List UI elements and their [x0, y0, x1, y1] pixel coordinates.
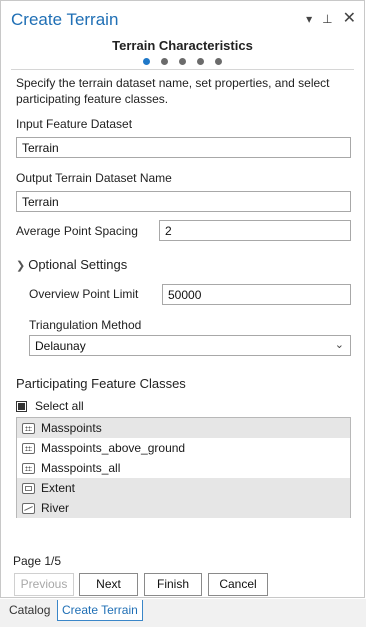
- list-item[interactable]: Masspoints_above_ground: [17, 438, 350, 458]
- tab-catalog[interactable]: Catalog: [5, 600, 54, 620]
- page-dot-2[interactable]: [161, 58, 168, 65]
- menu-dropdown-icon[interactable]: ▾: [306, 12, 312, 26]
- page-dot-5[interactable]: [215, 58, 222, 65]
- list-item[interactable]: River: [17, 498, 350, 518]
- cancel-button[interactable]: Cancel: [208, 573, 268, 596]
- list-item[interactable]: Masspoints: [17, 418, 350, 438]
- input-feature-dataset-label: Input Feature Dataset: [16, 117, 133, 131]
- output-terrain-name-field[interactable]: Terrain: [16, 191, 351, 212]
- point-feature-icon: [22, 462, 35, 474]
- point-feature-icon: [22, 442, 35, 454]
- pin-icon[interactable]: ⊥: [322, 12, 332, 26]
- checkbox-icon: [16, 400, 27, 412]
- input-feature-dataset-field[interactable]: Terrain: [16, 137, 351, 158]
- page-dot-4[interactable]: [197, 58, 204, 65]
- previous-button[interactable]: Previous: [14, 573, 74, 596]
- page-indicator-text: Page 1/5: [13, 554, 62, 568]
- close-icon[interactable]: ✕: [343, 11, 356, 27]
- description-text: Specify the terrain dataset name, set pr…: [16, 76, 330, 106]
- list-item-label: Masspoints: [41, 421, 102, 435]
- polygon-feature-icon: [22, 482, 35, 494]
- page-dot-1[interactable]: [143, 58, 150, 65]
- create-terrain-pane: Create Terrain ▾ ⊥ ✕ Terrain Characteris…: [0, 0, 365, 598]
- select-all-label: Select all: [35, 399, 84, 413]
- bottom-tab-strip: Catalog Create Terrain: [0, 599, 366, 627]
- chevron-down-icon: ❯: [16, 260, 26, 272]
- triangulation-method-label: Triangulation Method: [29, 318, 142, 332]
- list-item-label: Masspoints_above_ground: [41, 441, 186, 455]
- avg-point-spacing-label: Average Point Spacing: [16, 224, 138, 238]
- header-divider: [11, 69, 354, 70]
- triangulation-method-select[interactable]: Delaunay ⌄: [29, 335, 351, 356]
- tab-create-terrain[interactable]: Create Terrain: [57, 600, 143, 621]
- point-feature-icon: [22, 422, 35, 434]
- list-item[interactable]: Extent: [17, 478, 350, 498]
- overview-point-limit-label: Overview Point Limit: [29, 287, 139, 301]
- title-bar: Create Terrain ▾ ⊥ ✕: [1, 1, 364, 39]
- avg-point-spacing-field[interactable]: 2: [159, 220, 351, 241]
- list-item-label: Extent: [41, 481, 76, 495]
- list-item-label: Masspoints_all: [41, 461, 121, 475]
- participating-feature-classes-title: Participating Feature Classes: [16, 376, 186, 391]
- list-item-label: River: [41, 501, 70, 515]
- page-indicator: [1, 58, 364, 65]
- pane-title: Create Terrain: [11, 10, 119, 29]
- feature-class-list: Masspoints Masspoints_above_ground Massp…: [16, 417, 351, 518]
- finish-button[interactable]: Finish: [144, 573, 202, 596]
- optional-settings-toggle[interactable]: ❯ Optional Settings: [16, 257, 127, 272]
- line-feature-icon: [22, 502, 35, 514]
- page-dot-3[interactable]: [179, 58, 186, 65]
- chevron-down-icon: ⌄: [334, 339, 344, 351]
- section-title: Terrain Characteristics: [112, 38, 253, 53]
- overview-point-limit-field[interactable]: 50000: [162, 284, 351, 305]
- output-terrain-name-label: Output Terrain Dataset Name: [16, 171, 172, 185]
- list-item[interactable]: Masspoints_all: [17, 458, 350, 478]
- optional-settings-label: Optional Settings: [28, 257, 128, 272]
- select-all-checkbox[interactable]: Select all: [16, 399, 84, 413]
- triangulation-method-value: Delaunay: [35, 339, 86, 353]
- next-button[interactable]: Next: [79, 573, 138, 596]
- title-bar-controls: ▾ ⊥ ✕: [306, 11, 356, 27]
